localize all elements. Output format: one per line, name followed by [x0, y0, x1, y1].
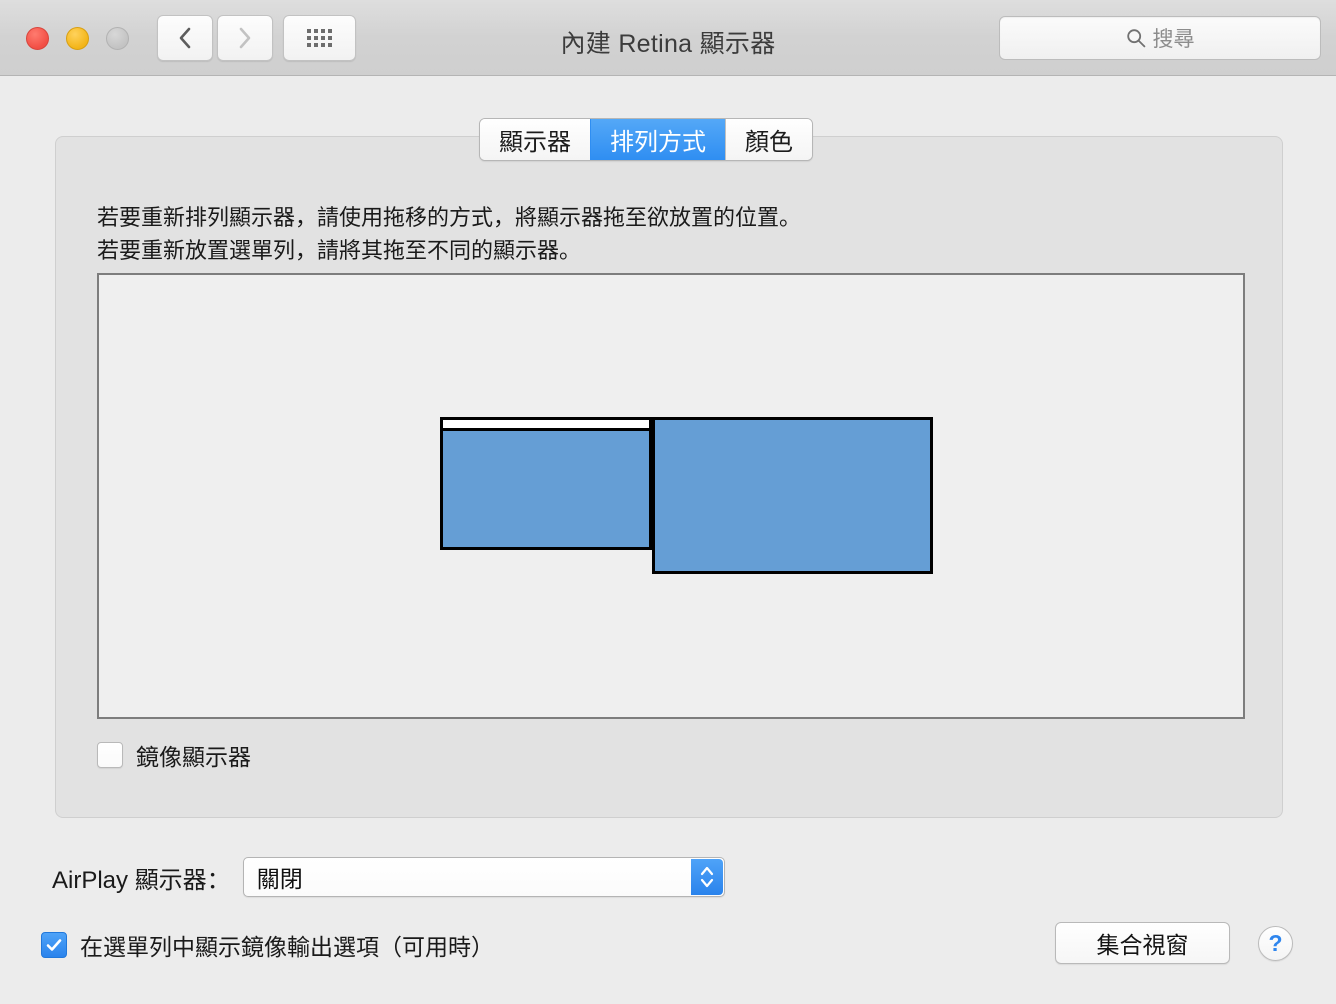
mirror-displays-row[interactable]: 鏡像顯示器 [97, 738, 251, 772]
search-icon [1126, 29, 1145, 48]
tab-display[interactable]: 顯示器 [480, 119, 590, 160]
mirror-displays-label: 鏡像顯示器 [136, 744, 251, 770]
display-secondary[interactable] [652, 417, 933, 574]
menu-bar-strip[interactable] [443, 420, 649, 431]
displays-preferences-window: 內建 Retina 顯示器 搜尋 顯示器 排列方式 顏色 若要重新排列顯示器，請… [0, 0, 1336, 1004]
arrangement-instructions: 若要重新排列顯示器，請使用拖移的方式，將顯示器拖至欲放置的位置。 若要重新放置選… [97, 205, 802, 263]
tab-arrangement[interactable]: 排列方式 [590, 119, 725, 160]
stepper-up-down-icon [700, 866, 713, 888]
gather-windows-button[interactable]: 集合視窗 [1055, 922, 1230, 964]
mirror-displays-checkbox[interactable] [97, 742, 123, 768]
checkmark-icon [46, 939, 62, 951]
display-primary[interactable] [440, 417, 652, 550]
search-placeholder: 搜尋 [1152, 28, 1195, 51]
airplay-display-row: AirPlay 顯示器： 關閉 [52, 857, 725, 897]
arrangement-panel: 若要重新排列顯示器，請使用拖移的方式，將顯示器拖至欲放置的位置。 若要重新放置選… [55, 136, 1283, 818]
tab-color[interactable]: 顏色 [725, 119, 812, 160]
help-button[interactable]: ? [1258, 926, 1293, 961]
airplay-display-popup[interactable]: 關閉 [242, 857, 725, 897]
menubar-mirroring-label: 在選單列中顯示鏡像輸出選項（可用時） [80, 934, 494, 960]
window-titlebar: 內建 Retina 顯示器 搜尋 [0, 0, 1336, 76]
airplay-popup-stepper[interactable] [690, 859, 723, 895]
search-field-inner: 搜尋 [1126, 23, 1195, 53]
tab-bar: 顯示器 排列方式 顏色 [479, 118, 813, 161]
search-field[interactable]: 搜尋 [999, 16, 1321, 60]
airplay-display-value: 關閉 [256, 866, 303, 892]
menubar-mirroring-checkbox[interactable] [41, 932, 67, 958]
airplay-display-label: AirPlay 顯示器： [52, 866, 231, 894]
display-arrangement-canvas[interactable] [97, 273, 1245, 719]
menubar-mirroring-row[interactable]: 在選單列中顯示鏡像輸出選項（可用時） [41, 928, 494, 962]
